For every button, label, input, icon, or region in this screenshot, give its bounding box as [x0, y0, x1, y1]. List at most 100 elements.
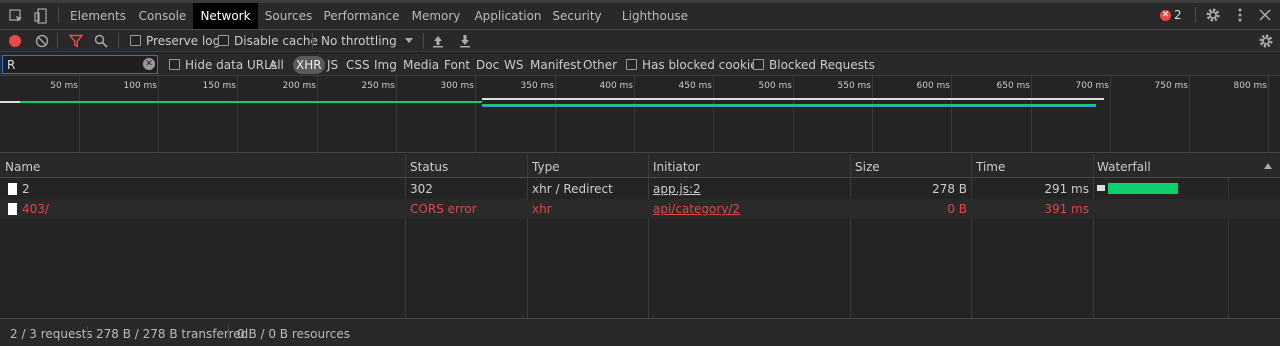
filter-type-manifest[interactable]: Manifest — [528, 56, 583, 74]
table-row[interactable]: 2 302 xhr / Redirect app.js:2 278 B 291 … — [0, 179, 1280, 199]
network-toolbar: Preserve log Disable cache No throttling — [0, 30, 1280, 52]
summary-divider — [228, 326, 229, 340]
tick-label: 700 ms — [1075, 81, 1110, 91]
clear-icon[interactable] — [31, 30, 53, 52]
search-icon[interactable] — [90, 30, 112, 52]
gridline — [237, 76, 238, 153]
network-overview[interactable]: 50 ms 100 ms 150 ms 200 ms 250 ms 300 ms… — [0, 76, 1280, 153]
column-header-initiator[interactable]: Initiator — [653, 160, 700, 174]
device-toolbar-icon[interactable] — [30, 5, 52, 27]
inspect-element-icon[interactable] — [5, 5, 27, 27]
filter-type-all[interactable]: All — [267, 56, 286, 74]
tab-security[interactable]: Security — [548, 3, 606, 29]
column-header-time[interactable]: Time — [976, 160, 1005, 174]
error-x-icon: ✕ — [1160, 9, 1171, 21]
import-har-icon[interactable] — [427, 30, 449, 52]
tick-label: 400 ms — [599, 81, 634, 91]
tick-label: 750 ms — [1154, 81, 1189, 91]
has-blocked-cookies-checkbox[interactable] — [626, 59, 637, 70]
tab-sources[interactable]: Sources — [258, 3, 319, 29]
request-name: 2 — [22, 182, 30, 196]
filter-type-font[interactable]: Font — [442, 56, 472, 74]
filter-type-css[interactable]: CSS — [344, 56, 372, 74]
request-initiator-link[interactable]: app.js:2 — [653, 182, 701, 196]
transferred-size: 278 B / 278 B transferred — [96, 327, 249, 341]
column-header-type[interactable]: Type — [532, 160, 560, 174]
tick-label: 250 ms — [361, 81, 396, 91]
settings-gear-icon[interactable] — [1202, 4, 1224, 26]
tick-label: 50 ms — [50, 81, 78, 91]
tick-label: 200 ms — [282, 81, 317, 91]
error-count: 2 — [1174, 8, 1182, 22]
gridline — [475, 76, 476, 153]
column-header-status[interactable]: Status — [410, 160, 448, 174]
error-counter[interactable]: ✕ 2 — [1160, 7, 1182, 23]
tab-network[interactable]: Network — [193, 3, 258, 29]
request-status: CORS error — [410, 202, 477, 216]
clear-filter-icon[interactable]: ✕ — [143, 58, 155, 70]
tick-label: 350 ms — [520, 81, 555, 91]
column-header-size[interactable]: Size — [855, 160, 880, 174]
record-icon[interactable] — [4, 30, 26, 52]
tick-label: 300 ms — [440, 81, 475, 91]
disable-cache-checkbox[interactable] — [218, 35, 229, 46]
column-header-waterfall[interactable]: Waterfall — [1097, 160, 1151, 174]
blocked-requests-label: Blocked Requests — [769, 58, 875, 72]
filter-type-img[interactable]: Img — [372, 56, 399, 74]
resources-size: 0 B / 0 B resources — [237, 327, 351, 341]
chevron-down-icon[interactable] — [398, 30, 420, 52]
toolbar-divider — [57, 33, 58, 49]
document-icon — [8, 183, 17, 195]
disable-cache-label: Disable cache — [234, 34, 318, 48]
hide-data-urls-checkbox[interactable] — [169, 59, 180, 70]
throttling-select[interactable]: No throttling — [321, 34, 397, 48]
filter-type-media[interactable]: Media — [401, 56, 441, 74]
document-icon — [8, 203, 17, 215]
request-status: 302 — [410, 182, 433, 196]
tab-performance[interactable]: Performance — [319, 3, 404, 29]
toolbar-divider — [58, 7, 59, 23]
gridline — [317, 76, 318, 153]
request-name: 403/ — [22, 202, 49, 216]
gridline — [634, 76, 635, 153]
network-settings-gear-icon[interactable] — [1255, 30, 1277, 52]
request-initiator-link[interactable]: api/category/2 — [653, 202, 740, 216]
filter-type-ws[interactable]: WS — [502, 56, 525, 74]
tab-lighthouse[interactable]: Lighthouse — [606, 3, 704, 29]
filter-type-doc[interactable]: Doc — [474, 56, 501, 74]
tab-memory[interactable]: Memory — [404, 3, 468, 29]
filter-bar: ✕ Hide data URLs All XHR JS CSS Img Medi… — [0, 54, 1280, 76]
request-type: xhr — [532, 202, 552, 216]
table-row[interactable]: 403/ CORS error xhr api/category/2 0 B 3… — [0, 199, 1280, 219]
gridline — [396, 76, 397, 153]
overview-bar-blue — [482, 106, 1096, 107]
close-devtools-icon[interactable] — [1254, 4, 1276, 26]
preserve-log-checkbox[interactable] — [130, 35, 141, 46]
tab-elements[interactable]: Elements — [64, 3, 132, 29]
filter-type-xhr[interactable]: XHR — [293, 56, 325, 74]
tab-console[interactable]: Console — [132, 3, 193, 29]
filter-input[interactable] — [2, 55, 158, 74]
column-header-name[interactable]: Name — [5, 160, 40, 174]
summary-divider — [87, 326, 88, 340]
filter-icon[interactable] — [65, 30, 87, 52]
tick-label: 650 ms — [996, 81, 1031, 91]
gridline — [555, 76, 556, 153]
filter-type-js[interactable]: JS — [325, 56, 340, 74]
gridline — [1031, 76, 1032, 153]
filter-type-other[interactable]: Other — [581, 56, 619, 74]
request-type: xhr / Redirect — [532, 182, 613, 196]
tick-label: 100 ms — [123, 81, 158, 91]
more-options-icon[interactable] — [1229, 4, 1251, 26]
waterfall-bar — [1108, 183, 1178, 194]
gridline — [1268, 76, 1269, 153]
gridline — [1110, 76, 1111, 153]
tick-label: 500 ms — [758, 81, 793, 91]
devtools-tab-bar: Elements Console Network Sources Perform… — [0, 0, 1280, 30]
export-har-icon[interactable] — [454, 30, 476, 52]
blocked-requests-checkbox[interactable] — [753, 59, 764, 70]
request-time: 391 ms — [1044, 202, 1089, 216]
sort-ascending-icon[interactable] — [1257, 155, 1279, 177]
gridline — [79, 76, 80, 153]
tab-application[interactable]: Application — [468, 3, 548, 29]
